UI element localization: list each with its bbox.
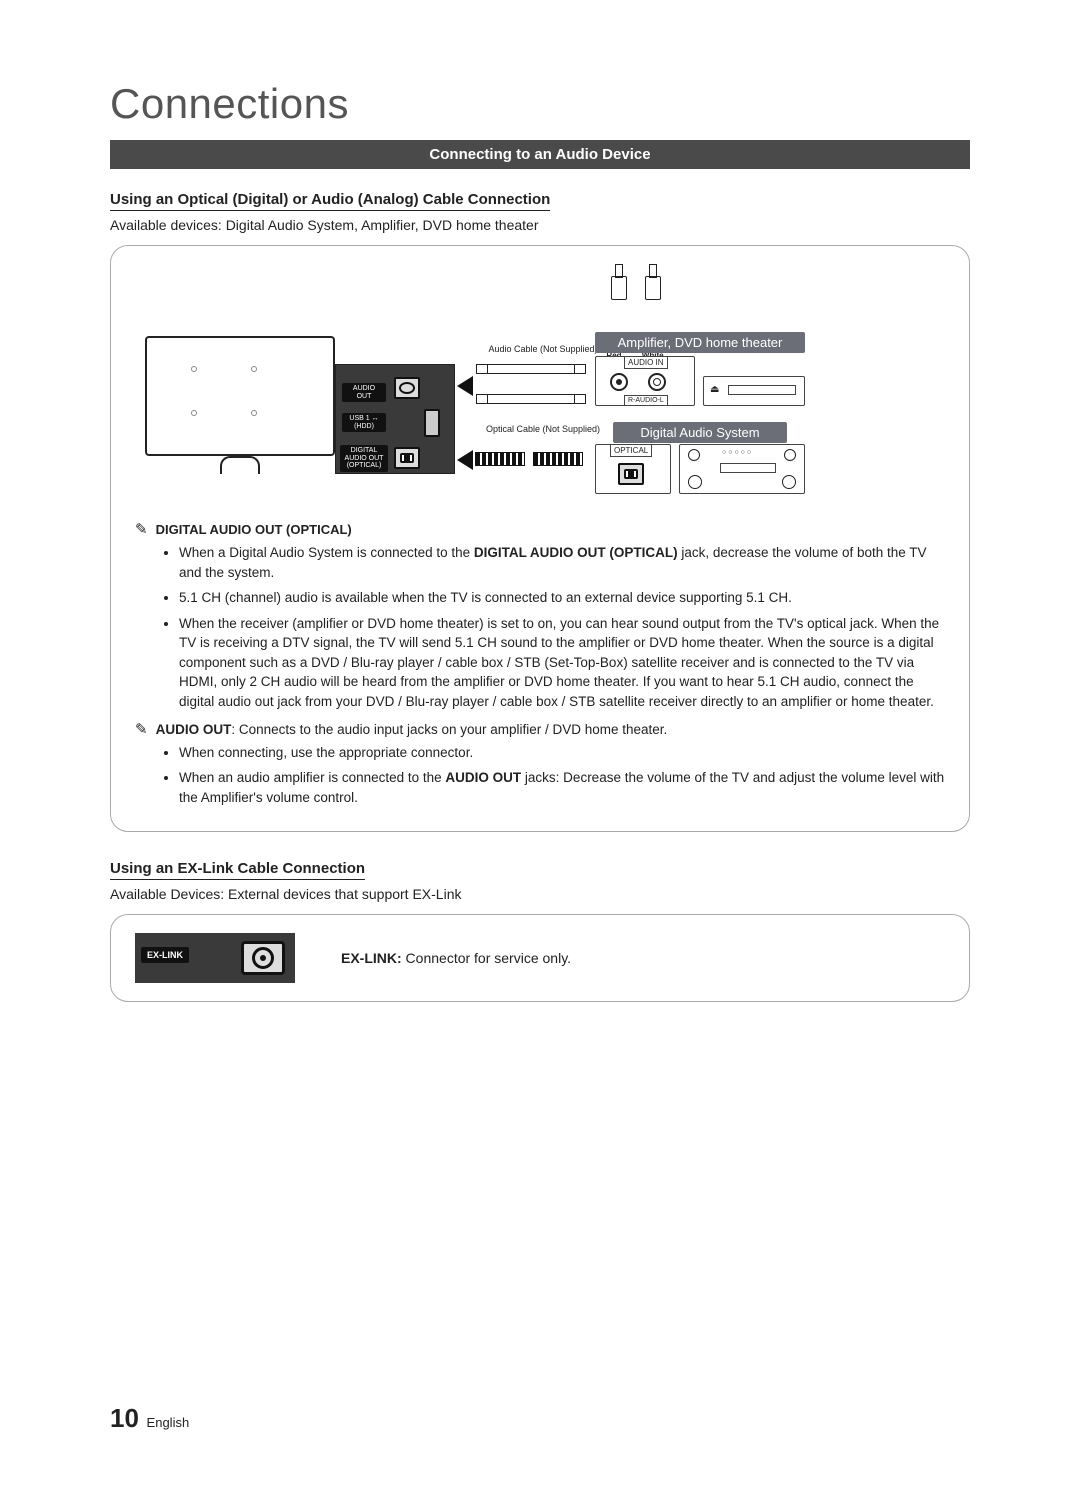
- knob-icon: [688, 449, 700, 461]
- knob-icon: [688, 475, 702, 489]
- bullet-text: When an audio amplifier is connected to …: [179, 770, 445, 785]
- amp-audio-in-label: AUDIO IN: [624, 356, 668, 369]
- tv-back-panel: AUDIO OUT USB 1 ↔ (HDD) DIGITAL AUDIO OU…: [335, 364, 455, 474]
- note-title-digital: DIGITAL AUDIO OUT (OPTICAL): [156, 522, 352, 537]
- exlink-panel: EX-LINK: [135, 933, 295, 983]
- optical-in-label: OPTICAL: [610, 444, 652, 457]
- rca-plug-red-icon: [609, 264, 627, 304]
- bullet-text: When a Digital Audio System is connected…: [179, 545, 474, 560]
- optical-cable-icon: [475, 452, 525, 466]
- section-bar: Connecting to an Audio Device: [110, 140, 970, 169]
- available-devices-1: Available devices: Digital Audio System,…: [110, 217, 970, 233]
- arrow-left-icon: [457, 376, 473, 396]
- panel-label-usb: USB 1 ↔ (HDD): [342, 413, 386, 432]
- audio-cable-label: Audio Cable (Not Supplied): [483, 344, 603, 354]
- usb-port-icon: [424, 409, 440, 437]
- note-audio-out: ✎ AUDIO OUT: Connects to the audio input…: [135, 722, 945, 737]
- rca-plug-white-icon: [643, 264, 661, 304]
- available-devices-2: Available Devices: External devices that…: [110, 886, 970, 902]
- tv-stand: [220, 456, 260, 474]
- bullet-item: When a Digital Audio System is connected…: [179, 543, 945, 582]
- amplifier-unit: [703, 376, 805, 406]
- optical-port-inner-icon: [400, 453, 414, 463]
- optical-port-inner-icon: [624, 469, 638, 479]
- exlink-desc-bold: EX-LINK:: [341, 950, 402, 966]
- digital-system-title: Digital Audio System: [613, 422, 787, 443]
- note-icon: ✎: [135, 522, 148, 537]
- panel-label-audio-out: AUDIO OUT: [342, 383, 386, 402]
- page-lang: English: [147, 1415, 190, 1430]
- page-footer: 10 English: [110, 1403, 189, 1434]
- tv-dot: [191, 410, 197, 416]
- tv-dot: [251, 366, 257, 372]
- optical-out-port-icon: [394, 447, 420, 469]
- note-digital-audio-out: ✎ DIGITAL AUDIO OUT (OPTICAL): [135, 522, 945, 537]
- amplifier-input-panel: AUDIO IN R-AUDIO-L: [595, 356, 695, 406]
- rca-jack-icon: [648, 373, 666, 391]
- bullet-item: When an audio amplifier is connected to …: [179, 768, 945, 807]
- exlink-description: EX-LINK: Connector for service only.: [341, 950, 571, 966]
- optical-cable-icon: [533, 452, 583, 466]
- arrow-left-icon: [457, 450, 473, 470]
- rca-cable-icon: [487, 364, 575, 374]
- optical-cable-label: Optical Cable (Not Supplied): [483, 424, 603, 434]
- port-ring-icon: [399, 382, 415, 394]
- exlink-port-icon: [241, 941, 285, 975]
- rca-cable-icon: [487, 394, 575, 404]
- exlink-port-label: EX-LINK: [141, 947, 189, 963]
- rca-jack-icon: [610, 373, 628, 391]
- optical-in-port-icon: [618, 463, 644, 485]
- connection-diagram-box: AUDIO OUT USB 1 ↔ (HDD) DIGITAL AUDIO OU…: [110, 245, 970, 832]
- bullet-item: 5.1 CH (channel) audio is available when…: [179, 588, 945, 608]
- subheading-exlink: Using an EX-Link Cable Connection: [110, 860, 365, 880]
- panel-label-digital-out: DIGITAL AUDIO OUT (OPTICAL): [340, 445, 388, 472]
- tv-illustration: [145, 336, 335, 456]
- bullet-bold: DIGITAL AUDIO OUT (OPTICAL): [474, 545, 678, 560]
- indicator-lights-icon: ○○○○○: [722, 449, 753, 456]
- bullet-item: When the receiver (amplifier or DVD home…: [179, 614, 945, 712]
- digital-optical-panel: OPTICAL: [595, 444, 671, 494]
- bullet-bold: AUDIO OUT: [445, 770, 521, 785]
- note-icon: ✎: [135, 722, 148, 737]
- audio-out-bullets: When connecting, use the appropriate con…: [179, 743, 945, 808]
- page-number: 10: [110, 1403, 139, 1433]
- eject-icon: [710, 379, 719, 397]
- chapter-title: Connections: [110, 80, 970, 128]
- disc-tray-icon: [728, 385, 796, 395]
- audio-out-bold: AUDIO OUT: [156, 722, 232, 737]
- digital-bullets: When a Digital Audio System is connected…: [179, 543, 945, 712]
- connection-diagram: AUDIO OUT USB 1 ↔ (HDD) DIGITAL AUDIO OU…: [135, 264, 945, 504]
- display-icon: [720, 463, 776, 473]
- amplifier-title: Amplifier, DVD home theater: [595, 332, 805, 353]
- subheading-optical-analog: Using an Optical (Digital) or Audio (Ana…: [110, 191, 550, 211]
- exlink-diagram-box: EX-LINK EX-LINK: Connector for service o…: [110, 914, 970, 1002]
- jack-ring-icon: [653, 378, 661, 386]
- audio-out-port-icon: [394, 377, 420, 399]
- exlink-desc-text: Connector for service only.: [402, 950, 571, 966]
- amp-r-audio-l-label: R-AUDIO-L: [624, 395, 668, 406]
- knob-icon: [782, 475, 796, 489]
- tv-dot: [251, 410, 257, 416]
- tv-dot: [191, 366, 197, 372]
- bullet-item: When connecting, use the appropriate con…: [179, 743, 945, 763]
- audio-out-desc: : Connects to the audio input jacks on y…: [231, 722, 667, 737]
- digital-system-unit: ○○○○○: [679, 444, 805, 494]
- knob-icon: [784, 449, 796, 461]
